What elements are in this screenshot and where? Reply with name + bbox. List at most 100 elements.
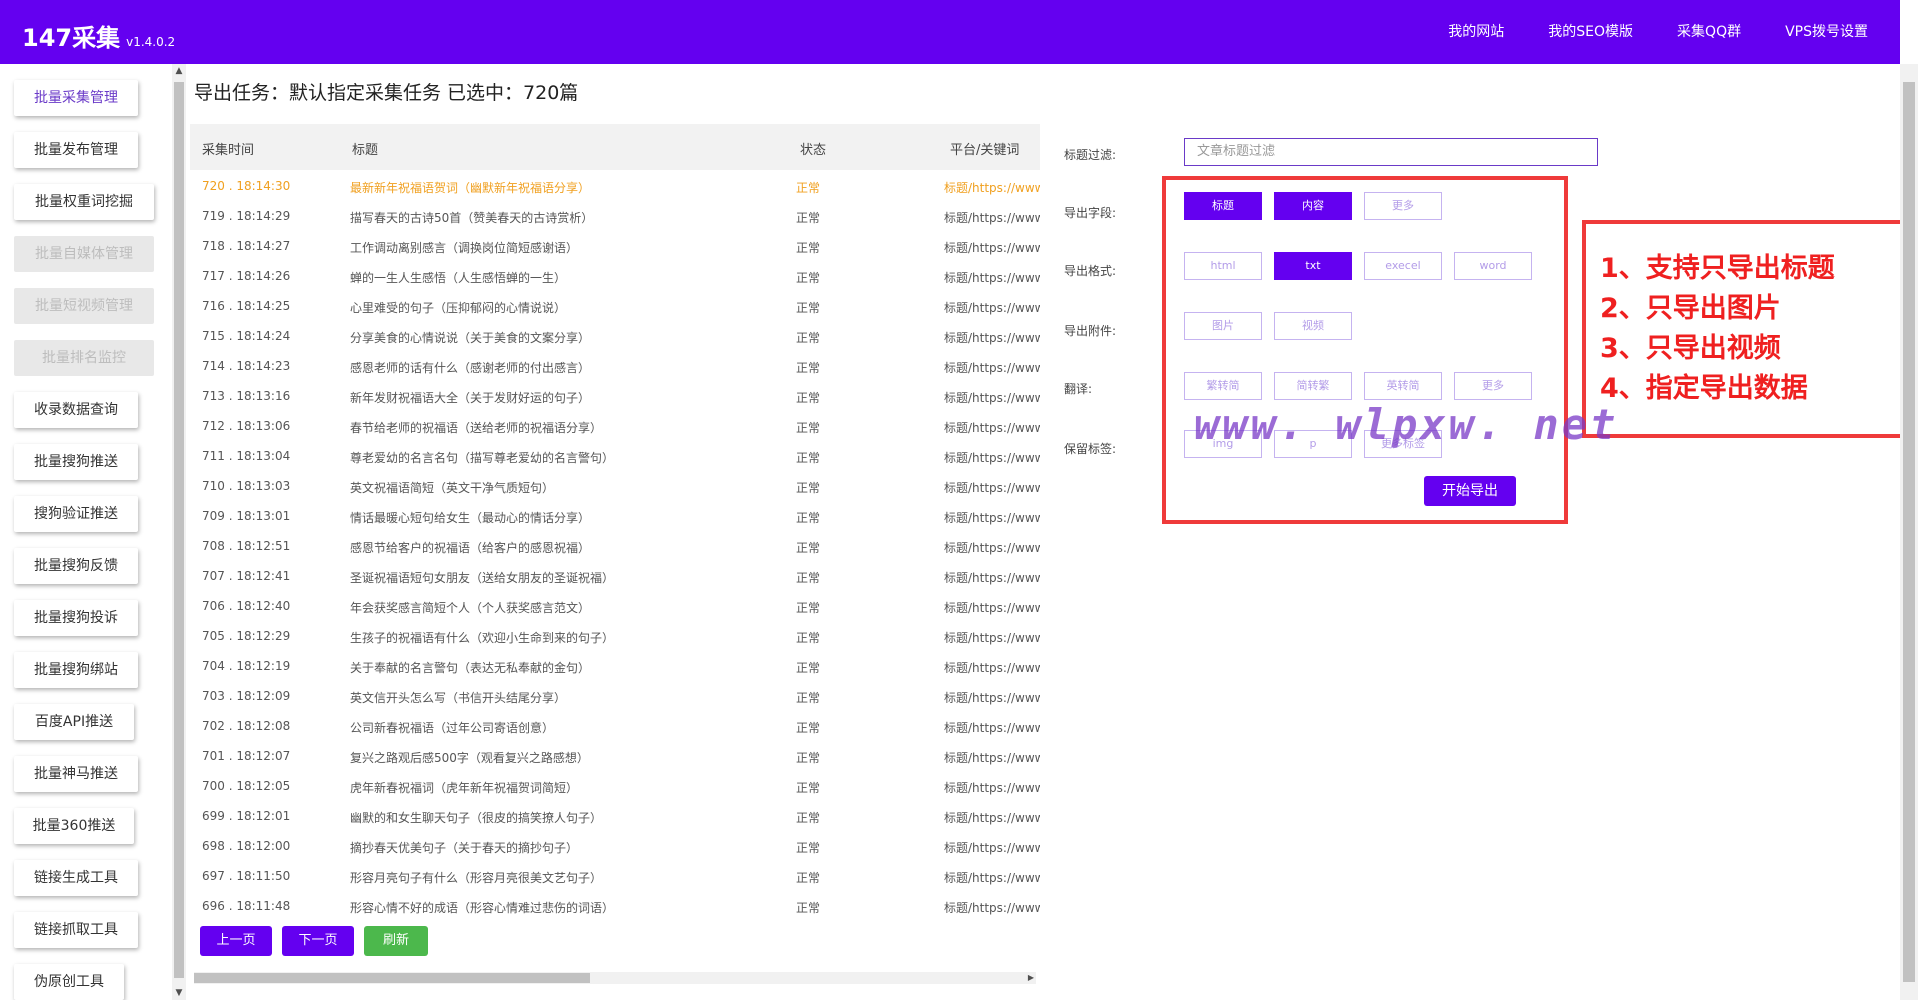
row-platform: 标题/https://www.r (944, 871, 1040, 885)
table-row[interactable]: 720 . 18:14:30 最新新年祝福语贺词（幽默新年祝福语分享） 正常 标题/h… (190, 170, 1040, 200)
sidebar-item[interactable]: 批量360推送 (14, 808, 134, 844)
row-platform: 标题/https://www.r (944, 481, 1040, 495)
row-status: 正常 (796, 181, 821, 195)
row-time: 702 . 18:12:08 (202, 719, 291, 733)
row-status: 正常 (796, 511, 821, 525)
scroll-down-icon[interactable]: ▼ (172, 986, 186, 1000)
table-row[interactable]: 719 . 18:14:29 描写春天的古诗50首（赞美春天的古诗赏析） 正常 标题/… (190, 200, 1040, 230)
app-logo[interactable]: 147采集 v1.4.0.2 (22, 18, 175, 53)
table-row[interactable]: 696 . 18:11:48 形容心情不好的成语（形容心情难过悲伤的词语） 正常 标题… (190, 890, 1040, 918)
table-row[interactable]: 703 . 18:12:09 英文信开头怎么写（书信开头结尾分享） 正常 标题/htt… (190, 680, 1040, 710)
table-row[interactable]: 715 . 18:14:24 分享美食的心情说说（关于美食的文案分享） 正常 标题/h… (190, 320, 1040, 350)
row-platform: 标题/https://www.r (944, 211, 1040, 225)
nav-qq-group[interactable]: 采集QQ群 (1655, 0, 1763, 64)
row-status: 正常 (796, 331, 821, 345)
table-row[interactable]: 698 . 18:12:00 摘抄春天优美句子（关于春天的摘抄句子） 正常 标题/ht… (190, 830, 1040, 860)
sidebar-item[interactable]: 链接生成工具 (14, 860, 138, 896)
nav-seo-templates[interactable]: 我的SEO模版 (1526, 0, 1655, 64)
sidebar-item[interactable]: 搜狗验证推送 (14, 496, 138, 532)
table-row[interactable]: 705 . 18:12:29 生孩子的祝福语有什么（欢迎小生命到来的句子） 正常 标题… (190, 620, 1040, 650)
row-status: 正常 (796, 451, 821, 465)
row-status: 正常 (796, 301, 821, 315)
table-row[interactable]: 700 . 18:12:05 虎年新春祝福词（虎年新年祝福贺词简短） 正常 标题/ht… (190, 770, 1040, 800)
table-row[interactable]: 717 . 18:14:26 蝉的一生人生感悟（人生感悟蝉的一生） 正常 标题/htt… (190, 260, 1040, 290)
table-row[interactable]: 718 . 18:14:27 工作调动离别感言（调换岗位简短感谢语） 正常 标题/ht… (190, 230, 1040, 260)
sidebar-item[interactable]: 批量发布管理 (14, 132, 138, 168)
row-title: 生孩子的祝福语有什么（欢迎小生命到来的句子） (350, 631, 615, 645)
row-status: 正常 (796, 631, 821, 645)
row-platform: 标题/https://www.r (944, 391, 1040, 405)
table-row[interactable]: 701 . 18:12:07 复兴之路观后感500字（观看复兴之路感想） 正常 标题/… (190, 740, 1040, 770)
sidebar-item: 批量短视频管理 (14, 288, 154, 324)
col-platform[interactable]: 平台/关键词 (950, 139, 1019, 158)
table-row[interactable]: 716 . 18:14:25 心里难受的句子（压抑郁闷的心情说说） 正常 标题/htt… (190, 290, 1040, 320)
table-row[interactable]: 704 . 18:12:19 关于奉献的名言警句（表达无私奉献的金句） 正常 标题/h… (190, 650, 1040, 680)
table-row[interactable]: 713 . 18:13:16 新年发财祝福语大全（关于发财好运的句子） 正常 标题/h… (190, 380, 1040, 410)
next-page-button[interactable]: 下一页 (282, 926, 354, 956)
table-row[interactable]: 697 . 18:11:50 形容月亮句子有什么（形容月亮很美文艺句子） 正常 标题/… (190, 860, 1040, 890)
prev-page-button[interactable]: 上一页 (200, 926, 272, 956)
refresh-button[interactable]: 刷新 (364, 926, 428, 956)
table-row[interactable]: 707 . 18:12:41 圣诞祝福语短句女朋友（送给女朋友的圣诞祝福） 正常 标题… (190, 560, 1040, 590)
sidebar-item[interactable]: 批量搜狗投诉 (14, 600, 138, 636)
translate-label: 翻译: (1064, 382, 1093, 396)
row-platform: 标题/https://www.r (944, 301, 1040, 315)
row-platform: 标题/https://www.r (944, 631, 1040, 645)
sidebar-scrollbar[interactable]: ▲ ▼ (172, 64, 186, 1000)
sidebar-item[interactable]: 批量搜狗绑站 (14, 652, 138, 688)
table-row[interactable]: 702 . 18:12:08 公司新春祝福语（过年公司寄语创意） 正常 标题/http… (190, 710, 1040, 740)
row-platform: 标题/https://www.r (944, 691, 1040, 705)
col-status[interactable]: 状态 (800, 139, 826, 158)
row-time: 703 . 18:12:09 (202, 689, 291, 703)
row-status: 正常 (796, 601, 821, 615)
row-status: 正常 (796, 901, 821, 915)
row-platform: 标题/https://www.r (944, 541, 1040, 555)
feature-note-3: 3、只导出视频 (1600, 333, 1781, 364)
sidebar-item[interactable]: 链接抓取工具 (14, 912, 138, 948)
col-time[interactable]: 采集时间 (202, 139, 254, 158)
row-status: 正常 (796, 691, 821, 705)
sidebar-scroll-thumb[interactable] (174, 82, 184, 978)
format-label: 导出格式: (1064, 264, 1117, 278)
nav-my-sites[interactable]: 我的网站 (1426, 0, 1526, 64)
row-status: 正常 (796, 781, 821, 795)
row-time: 707 . 18:12:41 (202, 569, 291, 583)
sidebar-item[interactable]: 收录数据查询 (14, 392, 138, 428)
sidebar-item[interactable]: 批量搜狗反馈 (14, 548, 138, 584)
fields-label: 导出字段: (1064, 206, 1117, 220)
sidebar-item[interactable]: 百度API推送 (14, 704, 134, 740)
scroll-right-icon[interactable]: ▶ (1028, 972, 1034, 984)
keep-tags-label: 保留标签: (1064, 442, 1117, 456)
title-filter-input[interactable]: 文章标题过滤 (1184, 138, 1598, 166)
table-row[interactable]: 699 . 18:12:01 幽默的和女生聊天句子（很皮的搞笑撩人句子） 正常 标题/… (190, 800, 1040, 830)
sidebar-item[interactable]: 批量搜狗推送 (14, 444, 138, 480)
row-time: 698 . 18:12:00 (202, 839, 291, 853)
sidebar-item[interactable]: 批量神马推送 (14, 756, 138, 792)
row-status: 正常 (796, 211, 821, 225)
row-time: 710 . 18:13:03 (202, 479, 291, 493)
app-name: 147采集 (22, 24, 121, 52)
col-title[interactable]: 标题 (352, 139, 378, 158)
row-time: 700 . 18:12:05 (202, 779, 291, 793)
page-scroll-thumb[interactable] (1903, 82, 1915, 982)
scroll-up-icon[interactable]: ▲ (172, 64, 186, 78)
row-title: 圣诞祝福语短句女朋友（送给女朋友的圣诞祝福） (350, 571, 615, 585)
table-row[interactable]: 711 . 18:13:04 尊老爱幼的名言名句（描写尊老爱幼的名言警句） 正常 标题… (190, 440, 1040, 470)
table-row[interactable]: 710 . 18:13:03 英文祝福语简短（英文干净气质短句） 正常 标题/http… (190, 470, 1040, 500)
table-hscrollbar[interactable]: ▶ (194, 972, 1036, 984)
row-time: 714 . 18:14:23 (202, 359, 291, 373)
table-row[interactable]: 708 . 18:12:51 感恩节给客户的祝福语（给客户的感恩祝福） 正常 标题/h… (190, 530, 1040, 560)
sidebar-item[interactable]: 批量采集管理 (14, 80, 138, 116)
row-platform: 标题/https://www.r (944, 841, 1040, 855)
table-row[interactable]: 706 . 18:12:40 年会获奖感言简短个人（个人获奖感言范文） 正常 标题/h… (190, 590, 1040, 620)
table-row[interactable]: 714 . 18:14:23 感恩老师的话有什么（感谢老师的付出感言） 正常 标题/h… (190, 350, 1040, 380)
sidebar-item[interactable]: 批量权重词挖掘 (14, 184, 154, 220)
nav-vps-settings[interactable]: VPS拨号设置 (1763, 0, 1890, 64)
row-platform: 标题/https://www.r (944, 901, 1040, 915)
page-scrollbar[interactable] (1900, 64, 1918, 1000)
hscroll-thumb[interactable] (194, 973, 590, 983)
sidebar-item[interactable]: 伪原创工具 (14, 964, 124, 1000)
table-row[interactable]: 709 . 18:13:01 情话最暖心短句给女生（最动心的情话分享） 正常 标题/h… (190, 500, 1040, 530)
table-row[interactable]: 712 . 18:13:06 春节给老师的祝福语（送给老师的祝福语分享） 正常 标题/… (190, 410, 1040, 440)
row-status: 正常 (796, 721, 821, 735)
